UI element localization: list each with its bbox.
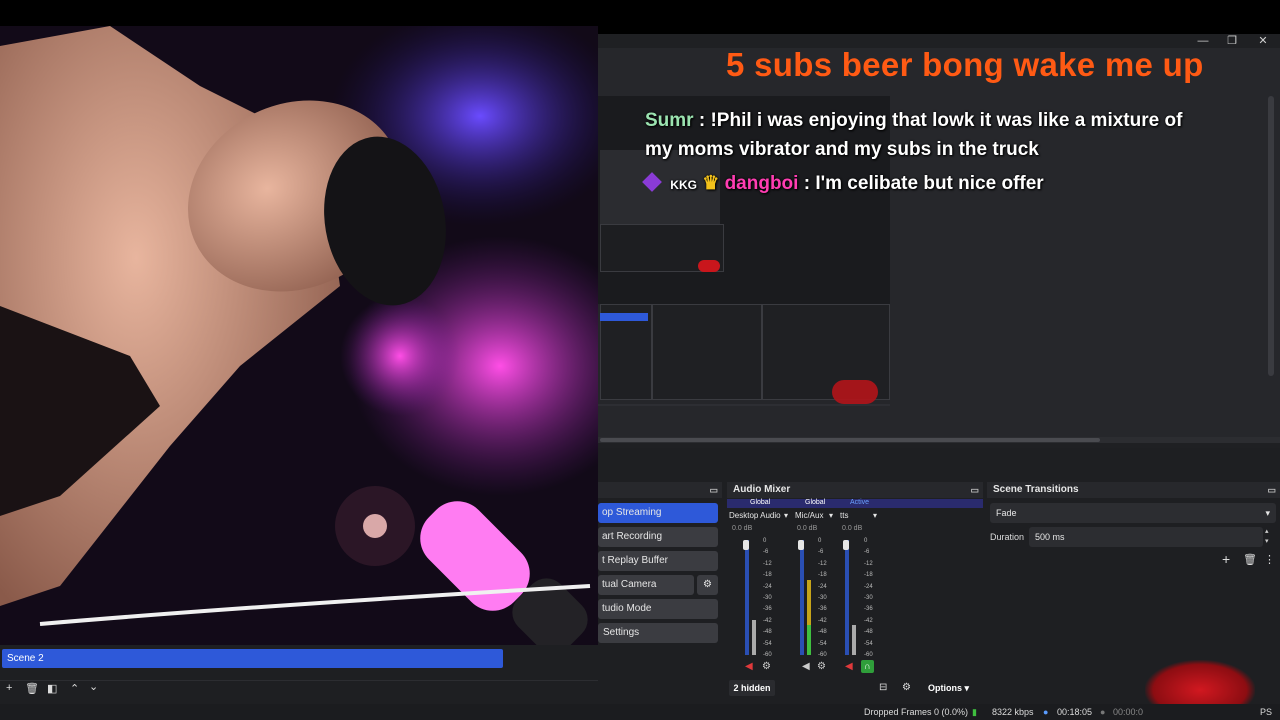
gear-icon[interactable]: ⚙ (817, 661, 826, 672)
channel-scope: Global (750, 499, 771, 506)
record-icon: ● (1100, 707, 1106, 717)
dropped-frames: Dropped Frames 0 (0.0%) (864, 707, 969, 717)
hidden-sources-button[interactable]: 2 hidden (729, 680, 775, 696)
speaker-icon[interactable]: ◀ (802, 661, 810, 672)
meter-ticks: 0 -6 -12 -18 -24 -30 -36 -42 -48 -54 -60 (818, 538, 827, 659)
add-scene-icon[interactable]: + (6, 682, 12, 694)
gear-icon[interactable]: ⚙ (902, 682, 911, 693)
webcam-feed (0, 26, 598, 645)
chevron-down-icon[interactable]: ⌄ (89, 680, 98, 693)
stream-time: 00:18:05 (1057, 707, 1093, 717)
chevron-down-icon[interactable]: ▾ (784, 511, 788, 520)
volume-meter-desktop (745, 540, 749, 655)
chevron-up-icon[interactable]: ⌃ (70, 682, 79, 695)
record-time: 00:00:0 (1113, 707, 1144, 717)
channel-db: 0.0 dB (797, 525, 818, 532)
scene-transitions-header: Scene Transitions ▭ (987, 482, 1280, 498)
broadcast-icon: ● (1043, 707, 1049, 717)
add-icon[interactable]: + (1222, 551, 1230, 567)
scene-item-selected[interactable]: Scene 2 (2, 649, 503, 668)
mixer-options-button[interactable]: Options ▾ (928, 683, 969, 694)
channel-scope: Active (850, 499, 870, 506)
chat-message-2: KKG ♛ dangboi : I'm celibate but nice of… (642, 172, 1044, 195)
scene-transitions-title: Scene Transitions (993, 484, 1079, 495)
channel-name-mic[interactable]: Mic/Aux (795, 511, 823, 520)
chat-username: dangboi (724, 173, 799, 194)
crown-icon: ♛ (702, 173, 720, 194)
chat-username: Sumr (645, 110, 694, 131)
level-indicator (807, 625, 811, 655)
start-recording-button[interactable]: art Recording (598, 527, 718, 547)
maximize-icon[interactable]: ❐ (1219, 34, 1245, 48)
caret-down-icon: ▾ (1265, 508, 1270, 518)
meter-ticks: 0 -6 -12 -18 -24 -30 -36 -42 -48 -54 -60 (763, 538, 772, 659)
duration-label: Duration (990, 532, 1025, 542)
channel-name-desktop[interactable]: Desktop Audio (729, 511, 781, 520)
more-options-icon[interactable]: ⋮ (1264, 553, 1275, 566)
options-label: Options (928, 683, 962, 693)
volume-meter-mic (800, 540, 804, 655)
level-indicator (752, 620, 756, 655)
muted-speaker-icon[interactable]: ◀ (845, 661, 853, 672)
muted-speaker-icon[interactable]: ◀ (745, 661, 753, 672)
audio-mixer-title: Audio Mixer (733, 484, 791, 495)
dock-float-icon[interactable]: ▭ (1267, 482, 1276, 498)
virtual-camera-button[interactable]: tual Camera (598, 575, 694, 595)
channel-db: 0.0 dB (732, 525, 753, 532)
transition-value: Fade (996, 508, 1017, 518)
webcam-image (0, 26, 598, 645)
nested-kkg-logo-icon (832, 380, 878, 404)
channel-db: 0.0 dB (842, 525, 863, 532)
level-indicator (807, 580, 811, 625)
start-replay-buffer-button[interactable]: t Replay Buffer (598, 551, 718, 571)
fps-label: PS (1260, 707, 1273, 717)
scrollbar-thumb[interactable] (600, 438, 1100, 442)
layout-icon[interactable]: ⊟ (879, 682, 887, 693)
chat-text: : !Phil i was enjoying that lowk it was … (698, 110, 1183, 131)
volume-slider-tts[interactable] (843, 540, 849, 550)
chevron-down-icon[interactable]: ▾ (873, 511, 877, 520)
kkg-badge: KKG (670, 178, 697, 192)
dock-float-icon[interactable]: ▭ (709, 482, 718, 498)
duration-input[interactable]: 500 ms (1029, 527, 1263, 547)
chat-message-1-cont: my moms vibrator and my subs in the truc… (645, 139, 1039, 160)
headphones-icon[interactable]: ∩ (861, 660, 874, 673)
controls-dock-header: ▭ (598, 482, 722, 498)
studio-mode-button[interactable]: tudio Mode (598, 599, 718, 619)
nested-active-control (600, 313, 648, 321)
bitrate: 8322 kbps (992, 707, 1034, 717)
settings-button[interactable]: Settings (598, 623, 718, 643)
gear-icon[interactable]: ⚙ (762, 661, 771, 672)
filters-icon[interactable]: ◧ (47, 682, 57, 695)
channel-scope: Global (805, 499, 826, 506)
gear-icon[interactable]: ⚙ (697, 575, 718, 595)
close-icon[interactable]: ✕ (1250, 34, 1276, 48)
level-indicator (852, 625, 856, 655)
chat-text: : I'm celibate but nice offer (803, 173, 1044, 194)
volume-slider-desktop[interactable] (743, 540, 749, 550)
volume-meter-tts (845, 540, 849, 655)
duration-stepper[interactable]: ▴ ▾ (1265, 527, 1269, 547)
nested-logo-icon (698, 260, 720, 272)
volume-slider-mic[interactable] (798, 540, 804, 550)
nested-mixer-dock (652, 304, 762, 400)
caret-down-icon: ▾ (964, 683, 970, 693)
sub-goal-title: 5 subs beer bong wake me up (726, 46, 1204, 83)
signal-bars-icon: ▮ (972, 707, 977, 717)
dock-float-icon[interactable]: ▭ (970, 482, 979, 498)
transition-select[interactable]: Fade ▾ (990, 503, 1276, 523)
cube-badge-icon (642, 172, 662, 192)
chat-message-1: Sumr : !Phil i was enjoying that lowk it… (645, 110, 1182, 132)
trash-icon[interactable]: 🗑 (1243, 553, 1257, 566)
channel-name-tts[interactable]: tts (840, 511, 848, 520)
audio-mixer-header: Audio Mixer ▭ (727, 482, 983, 498)
preview-vertical-scrollbar[interactable] (1268, 96, 1274, 376)
chevron-down-icon[interactable]: ▾ (829, 511, 833, 520)
trash-icon[interactable]: 🗑 (25, 682, 39, 695)
stop-streaming-button[interactable]: op Streaming (598, 503, 718, 523)
meter-ticks: 0 -6 -12 -18 -24 -30 -36 -42 -48 -54 -60 (864, 538, 873, 659)
